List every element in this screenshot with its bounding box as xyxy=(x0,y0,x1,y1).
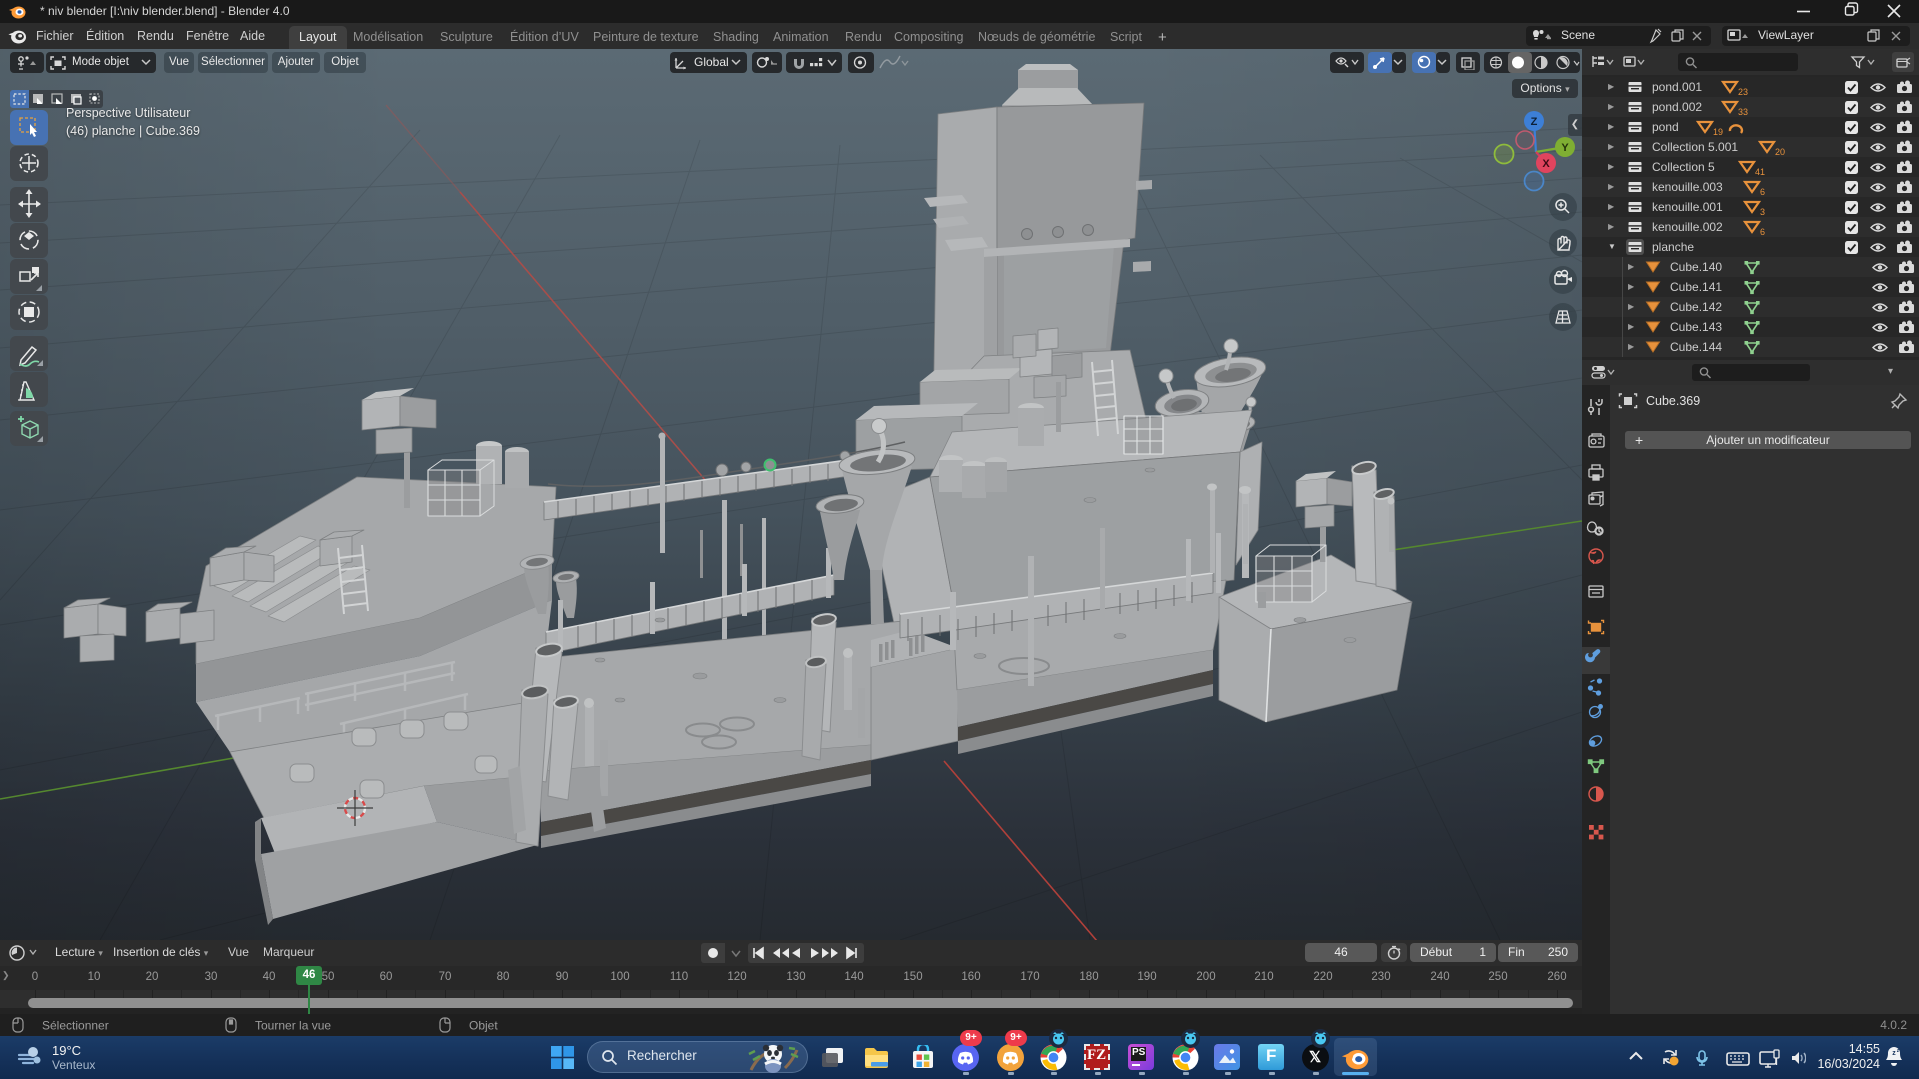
svg-text:z: z xyxy=(1892,1050,1896,1057)
svg-text:Tourner la vue: Tourner la vue xyxy=(255,1019,331,1033)
svg-text:3: 3 xyxy=(1760,207,1765,217)
svg-text:23: 23 xyxy=(1738,87,1748,97)
svg-text:Z: Z xyxy=(1531,116,1538,128)
svg-text:19: 19 xyxy=(1713,127,1723,137)
svg-text:Objet: Objet xyxy=(469,1019,498,1033)
svg-text:6: 6 xyxy=(1760,187,1765,197)
svg-text:20: 20 xyxy=(1775,147,1785,157)
svg-text:6: 6 xyxy=(1760,227,1765,237)
svg-text:Y: Y xyxy=(1561,142,1569,154)
svg-text:41: 41 xyxy=(1755,167,1765,177)
svg-text:33: 33 xyxy=(1738,107,1748,117)
svg-text:X: X xyxy=(1542,158,1550,170)
svg-text:Sélectionner: Sélectionner xyxy=(42,1019,109,1033)
